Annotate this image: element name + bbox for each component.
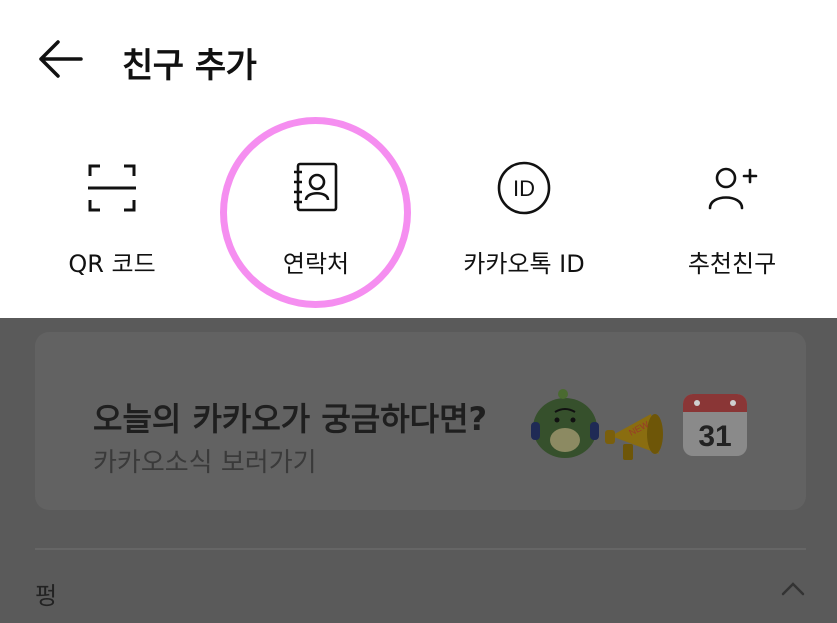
contacts-option[interactable]: 연락처 [216, 140, 416, 310]
kakao-news-banner[interactable]: 오늘의 카카오가 궁금하다면? 카카오소식 보러가기 NEW 31 [35, 332, 806, 510]
megaphone-icon: NEW [603, 406, 675, 470]
kakaotalk-id-label: 카카오톡 ID [463, 250, 585, 278]
qr-code-option[interactable]: QR 코드 [12, 140, 212, 310]
page-title: 친구 추가 [122, 46, 257, 86]
qr-code-label: QR 코드 [68, 250, 156, 278]
character-headset-icon [525, 384, 605, 468]
id-icon: ID [494, 158, 554, 218]
contacts-label: 연락처 [282, 250, 350, 278]
recommended-friends-option[interactable]: 추천친구 [632, 140, 832, 310]
banner-title: 오늘의 카카오가 궁금하다면? [93, 400, 488, 438]
contacts-book-icon [286, 158, 346, 218]
dimmed-overlay: 오늘의 카카오가 궁금하다면? 카카오소식 보러가기 NEW 31 펑 [0, 318, 837, 623]
svg-text:31: 31 [698, 420, 731, 453]
add-friend-options: QR 코드 연락처 ID 카카오톡 ID 추천친구 [0, 140, 837, 318]
qr-scan-icon [82, 158, 142, 218]
divider [35, 548, 806, 550]
recommended-friends-label: 추천친구 [687, 250, 777, 278]
header: 친구 추가 [0, 0, 837, 120]
back-arrow-icon[interactable] [36, 38, 84, 80]
add-person-icon [702, 158, 762, 218]
chevron-up-icon[interactable] [780, 580, 806, 598]
section-label: 펑 [35, 582, 58, 610]
calendar-icon: 31 [681, 390, 749, 462]
svg-text:ID: ID [513, 176, 535, 201]
kakaotalk-id-option[interactable]: ID 카카오톡 ID [424, 140, 624, 310]
banner-subtitle: 카카오소식 보러가기 [93, 448, 317, 478]
